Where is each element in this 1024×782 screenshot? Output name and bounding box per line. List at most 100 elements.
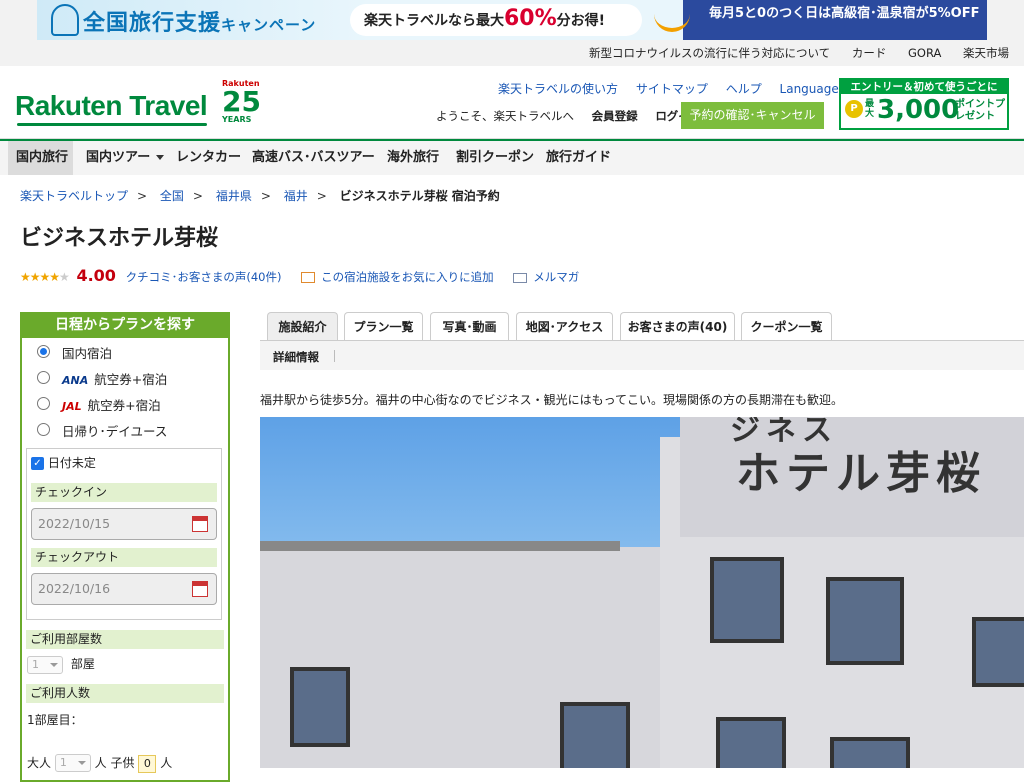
adults-select[interactable]: 1	[54, 754, 91, 772]
checkin-label: チェックイン	[31, 483, 217, 502]
adults-unit: 人	[94, 755, 107, 770]
photo-window	[710, 557, 784, 643]
campaign-banner-area: 全国旅行支援キャンペーン 楽天トラベルなら最大60%分お得! 毎月5と0のつく日…	[0, 0, 1024, 40]
nav-overseas[interactable]: 海外旅行	[387, 141, 439, 175]
photo-window	[826, 577, 904, 665]
header-link-help[interactable]: ヘルプ	[726, 82, 762, 96]
mail-icon	[513, 272, 528, 283]
room1-label: 1部屋目：	[27, 712, 83, 727]
campaign-mascot-icon	[51, 4, 79, 36]
breadcrumb-fukui-pref[interactable]: 福井県	[216, 189, 252, 203]
rating-score: 4.00	[76, 266, 116, 285]
checkout-input[interactable]: 2022/10/16	[31, 573, 217, 605]
nav-rentacar[interactable]: レンタカー	[176, 141, 241, 175]
option-domestic-stay[interactable]: 国内宿泊	[22, 338, 228, 364]
register-link[interactable]: 会員登録	[592, 109, 638, 123]
rating-row: ★★★★★ 4.00 クチコミ･お客さまの声(40件) この宿泊施設をお気に入り…	[20, 266, 579, 285]
rooms-select[interactable]: 1	[27, 655, 63, 674]
option-ana-stay[interactable]: ANA 航空券+宿泊	[22, 364, 228, 390]
radio-jal-stay[interactable]	[37, 397, 50, 410]
util-link-ichiba[interactable]: 楽天市場	[963, 40, 1009, 66]
checkin-input[interactable]: 2022/10/15	[31, 508, 217, 540]
nav-domestic[interactable]: 国内旅行	[8, 141, 73, 175]
promo-title: エントリー＆初めて使うごとに	[841, 80, 1007, 94]
option-jal-stay[interactable]: JAL 航空券+宿泊	[22, 390, 228, 416]
checkout-label: チェックアウト	[31, 548, 217, 567]
calendar-icon[interactable]	[192, 581, 208, 597]
date-box: ✓ 日付未定 チェックイン 2022/10/15 チェックアウト 2022/10…	[26, 448, 222, 620]
breadcrumb: 楽天トラベルトップ > 全国 > 福井県 > 福井 > ビジネスホテル芽桜 宿泊予約	[20, 189, 500, 203]
nav-coupon[interactable]: 割引クーポン	[456, 141, 534, 175]
campaign-discount-pill: 楽天トラベルなら最大60%分お得!	[350, 4, 642, 36]
child-unit: 人	[160, 755, 173, 770]
subtab-divider	[334, 350, 335, 362]
promo-amount: 3,000	[877, 95, 960, 125]
mailmag-link[interactable]: メルマガ	[513, 270, 579, 284]
campaign-swoosh-graphic	[654, 8, 690, 32]
photo-window	[716, 717, 786, 768]
hotel-photo[interactable]: ジネス ホテル芽桜	[260, 417, 1024, 768]
hotel-name: ビジネスホテル芽桜	[20, 226, 219, 251]
header-links: 楽天トラベルの使い方 サイトマップ ヘルプ Languages	[498, 80, 884, 97]
tab-facility-intro[interactable]: 施設紹介	[267, 312, 338, 340]
ana-logo-icon: ANA	[62, 374, 89, 387]
breadcrumb-current: ビジネスホテル芽桜 宿泊予約	[339, 189, 500, 203]
header-link-sitemap[interactable]: サイトマップ	[636, 82, 708, 96]
people-row: 大人 1 人 子供 0 人	[22, 754, 228, 773]
nav-domestic-tour[interactable]: 国内ツアー	[86, 141, 165, 175]
tab-plan-list[interactable]: プラン一覧	[344, 312, 423, 340]
photo-window	[290, 667, 350, 747]
option-label: 国内宿泊	[62, 346, 113, 361]
tab-map-access[interactable]: 地図･アクセス	[516, 312, 613, 340]
undecided-checkbox[interactable]: ✓	[31, 457, 44, 470]
favorite-icon	[301, 272, 316, 283]
child-count[interactable]: 0	[138, 754, 157, 773]
nav-guide[interactable]: 旅行ガイド	[546, 141, 611, 175]
adults-label: 大人	[27, 755, 52, 770]
tab-photo-video[interactable]: 写真･動画	[430, 312, 509, 340]
calendar-icon[interactable]	[192, 516, 208, 532]
util-link-covid[interactable]: 新型コロナウイルスの流行に伴う対応について	[589, 40, 830, 66]
breadcrumb-top[interactable]: 楽天トラベルトップ	[20, 189, 128, 203]
undecided-label: 日付未定	[47, 456, 96, 470]
add-favorite-link[interactable]: この宿泊施設をお気に入りに追加	[301, 270, 494, 284]
nav-bus[interactable]: 高速バス･バスツアー	[252, 141, 375, 175]
option-dayuse[interactable]: 日帰り･デイユース	[22, 416, 228, 442]
photo-window	[830, 737, 910, 768]
welcome-area: ようこそ、楽天トラベルへ 会員登録 ログイン	[436, 108, 701, 124]
utility-bar: 新型コロナウイルスの流行に伴う対応について カード GORA 楽天市場	[0, 40, 1024, 66]
subtab-details[interactable]: 詳細情報	[273, 349, 319, 365]
promo-max-label: 最大	[865, 99, 875, 119]
photo-railing	[260, 541, 620, 551]
plan-search-panel: 日程からプランを探す 国内宿泊 ANA 航空券+宿泊 JAL 航空券+宿泊 日帰り･…	[20, 312, 230, 782]
util-link-card[interactable]: カード	[852, 40, 887, 66]
undecided-row[interactable]: ✓ 日付未定	[31, 454, 217, 471]
promo-points-label: ポイントプレゼント	[955, 99, 1005, 122]
site-header: Rakuten Travel Rakuten 25 YEARS 楽天トラベルの使…	[0, 66, 1024, 139]
tab-reviews[interactable]: お客さまの声(40)	[620, 312, 735, 340]
option-label: 日帰り･デイユース	[62, 424, 168, 439]
rooms-label: ご利用部屋数	[26, 630, 224, 649]
points-promo-banner[interactable]: エントリー＆初めて使うごとに P 最大 3,000 ポイントプレゼント	[839, 78, 1009, 130]
rakuten-travel-logo[interactable]: Rakuten Travel	[15, 90, 208, 126]
rooms-row: 1 部屋	[22, 655, 228, 674]
option-label: ANA 航空券+宿泊	[62, 372, 168, 387]
jal-logo-icon: JAL	[62, 400, 82, 413]
25-years-logo: Rakuten 25 YEARS	[222, 79, 261, 124]
rooms-unit: 部屋	[70, 657, 95, 671]
reviews-link[interactable]: クチコミ･お客さまの声(40件)	[126, 270, 282, 284]
breadcrumb-nationwide[interactable]: 全国	[160, 189, 184, 203]
breadcrumb-fukui[interactable]: 福井	[284, 189, 308, 203]
header-link-howto[interactable]: 楽天トラベルの使い方	[498, 82, 618, 96]
campaign-banner[interactable]: 全国旅行支援キャンペーン 楽天トラベルなら最大60%分お得! 毎月5と0のつく日…	[37, 0, 987, 40]
radio-dayuse[interactable]	[37, 423, 50, 436]
radio-ana-stay[interactable]	[37, 371, 50, 384]
point-coin-icon: P	[845, 100, 863, 118]
photo-window	[560, 702, 630, 768]
star-rating-icon: ★★★★★	[20, 270, 70, 284]
tab-coupons[interactable]: クーポン一覧	[741, 312, 832, 340]
hotel-description: 福井駅から徒歩5分。福井の中心街なのでビジネス・観光にはもってこい。現場関係の方…	[260, 393, 844, 407]
reservation-confirm-cancel-button[interactable]: 予約の確認･キャンセル	[681, 102, 824, 129]
radio-domestic-stay[interactable]	[37, 345, 50, 358]
util-link-gora[interactable]: GORA	[908, 40, 941, 66]
